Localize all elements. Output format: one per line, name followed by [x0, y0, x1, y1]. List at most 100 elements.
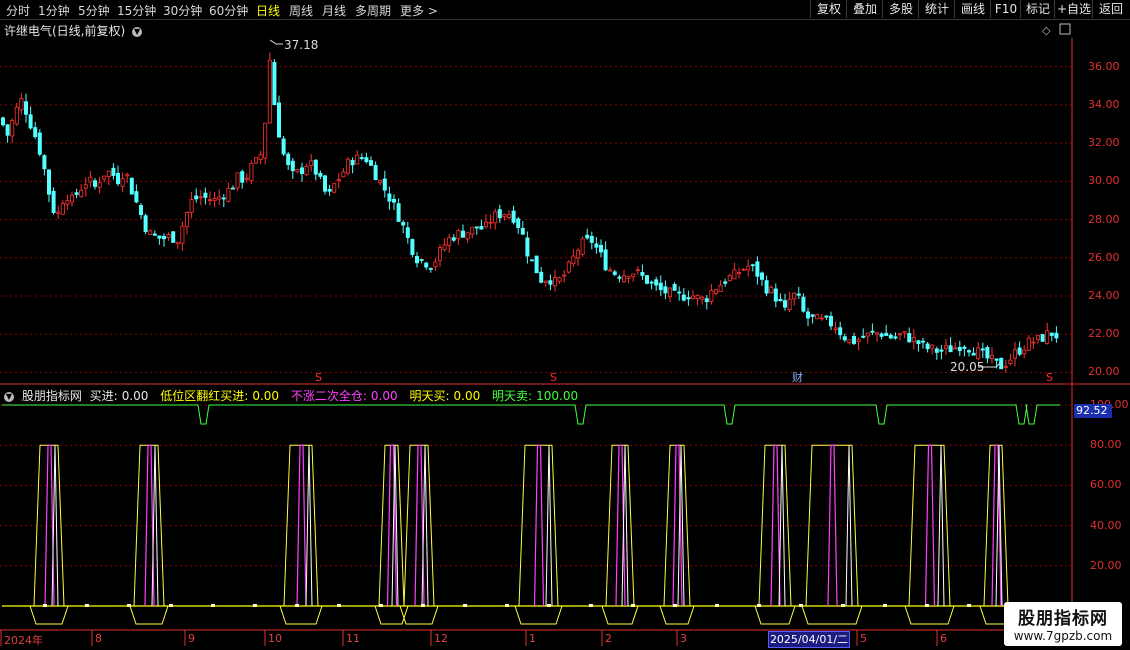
- candle-body: [930, 344, 935, 349]
- candle-body: [718, 284, 723, 292]
- candle-body: [171, 231, 176, 243]
- indicator-axis-label: 20.00: [1090, 558, 1122, 572]
- candle-body: [240, 171, 245, 183]
- candle-body: [479, 226, 484, 230]
- baseline-marker: [757, 604, 761, 607]
- candle-body: [548, 280, 553, 285]
- time-axis-label: 11: [346, 632, 360, 645]
- price-axis-label: 30.00: [1088, 174, 1120, 188]
- indicator-spike: [33, 444, 65, 607]
- candle-body: [299, 167, 304, 174]
- baseline-marker: [505, 604, 509, 607]
- candle-body: [847, 339, 852, 344]
- candle-body: [166, 234, 171, 239]
- candle-body: [47, 169, 52, 195]
- candle-body: [129, 177, 134, 195]
- candle-body: [295, 169, 300, 172]
- candle-body: [888, 334, 893, 339]
- candle-body: [677, 291, 682, 294]
- candle-body: [373, 165, 378, 181]
- event-mark-s3[interactable]: S: [1046, 371, 1053, 384]
- candle-body: [769, 286, 774, 294]
- candle-body: [787, 298, 792, 311]
- time-axis-selected: 2025/04/01/二: [768, 631, 850, 648]
- event-mark-s2[interactable]: S: [550, 371, 557, 384]
- indicator-item-second-full: 不涨二次全仓: 0.00: [290, 389, 398, 403]
- candle-body: [493, 211, 498, 224]
- candle-body: [97, 182, 102, 188]
- baseline-marker: [337, 604, 341, 607]
- candle-body: [355, 154, 360, 165]
- candle-body: [465, 232, 470, 240]
- candle-body: [911, 337, 916, 343]
- candle-body: [138, 205, 143, 216]
- candle-body: [382, 178, 387, 191]
- candle-body: [838, 327, 843, 336]
- price-axis-label: 26.00: [1088, 250, 1120, 264]
- candle-body: [760, 272, 765, 280]
- candle-body: [654, 279, 659, 286]
- price-axis-label: 20.00: [1088, 365, 1120, 379]
- candle-body: [253, 157, 258, 164]
- candle-body: [709, 290, 714, 303]
- time-axis-label: 12: [434, 632, 448, 645]
- candle-body: [263, 122, 268, 159]
- candle-body: [0, 117, 6, 126]
- candle-body: [704, 298, 709, 303]
- candle-body: [143, 215, 148, 233]
- candle-body: [580, 238, 585, 255]
- candle-body: [723, 281, 728, 284]
- candle-body: [258, 154, 263, 161]
- candle-body: [967, 350, 972, 353]
- time-axis-label: 5: [860, 632, 867, 645]
- maximize-icon[interactable]: [1059, 23, 1071, 35]
- candle-body: [410, 239, 415, 255]
- candle-body: [534, 255, 539, 274]
- candle-body: [663, 286, 668, 294]
- price-axis-label: 36.00: [1088, 59, 1120, 73]
- indicator-dip: [659, 605, 695, 625]
- candle-body: [1008, 359, 1013, 364]
- candle-body: [350, 159, 355, 166]
- candle-body: [148, 230, 153, 235]
- candle-body: [893, 336, 898, 339]
- diamond-icon[interactable]: ◇: [1042, 24, 1051, 37]
- candle-body: [281, 138, 286, 155]
- candle-body: [428, 267, 433, 270]
- low-label: 20.05: [950, 360, 984, 374]
- event-mark-finance[interactable]: 财: [792, 370, 803, 384]
- baseline-marker: [589, 604, 593, 607]
- baseline-marker: [547, 604, 551, 607]
- indicator-dip: [904, 605, 955, 625]
- candle-body: [451, 237, 456, 241]
- candle-body: [322, 175, 327, 192]
- indicator-item-tomorrow-sell: 明天卖: 100.00: [492, 389, 579, 403]
- candle-body: [649, 281, 654, 284]
- event-mark-s1[interactable]: S: [315, 371, 322, 384]
- candle-body: [819, 317, 824, 320]
- candle-body: [134, 191, 139, 203]
- candle-body: [746, 265, 751, 271]
- candle-body: [1013, 349, 1018, 359]
- candle-body: [681, 294, 686, 301]
- candle-body: [19, 97, 24, 111]
- candle-body: [203, 192, 208, 198]
- candle-body: [106, 170, 111, 177]
- baseline-marker: [799, 604, 803, 607]
- candle-body: [364, 157, 369, 163]
- candle-body: [948, 345, 953, 353]
- candle-body: [1031, 341, 1036, 344]
- chevron-down-icon[interactable]: ▼: [4, 391, 14, 402]
- candle-body: [925, 343, 930, 350]
- candle-body: [437, 247, 442, 261]
- candle-body: [1049, 332, 1054, 336]
- candle-body: [778, 298, 783, 302]
- time-axis-label: 10: [268, 632, 282, 645]
- candle-body: [424, 262, 429, 268]
- candle-body: [497, 209, 502, 219]
- candle-body: [861, 335, 866, 338]
- candle-body: [1054, 332, 1059, 339]
- candle-body: [976, 347, 981, 360]
- candle-body: [396, 203, 401, 222]
- baseline-marker: [421, 604, 425, 607]
